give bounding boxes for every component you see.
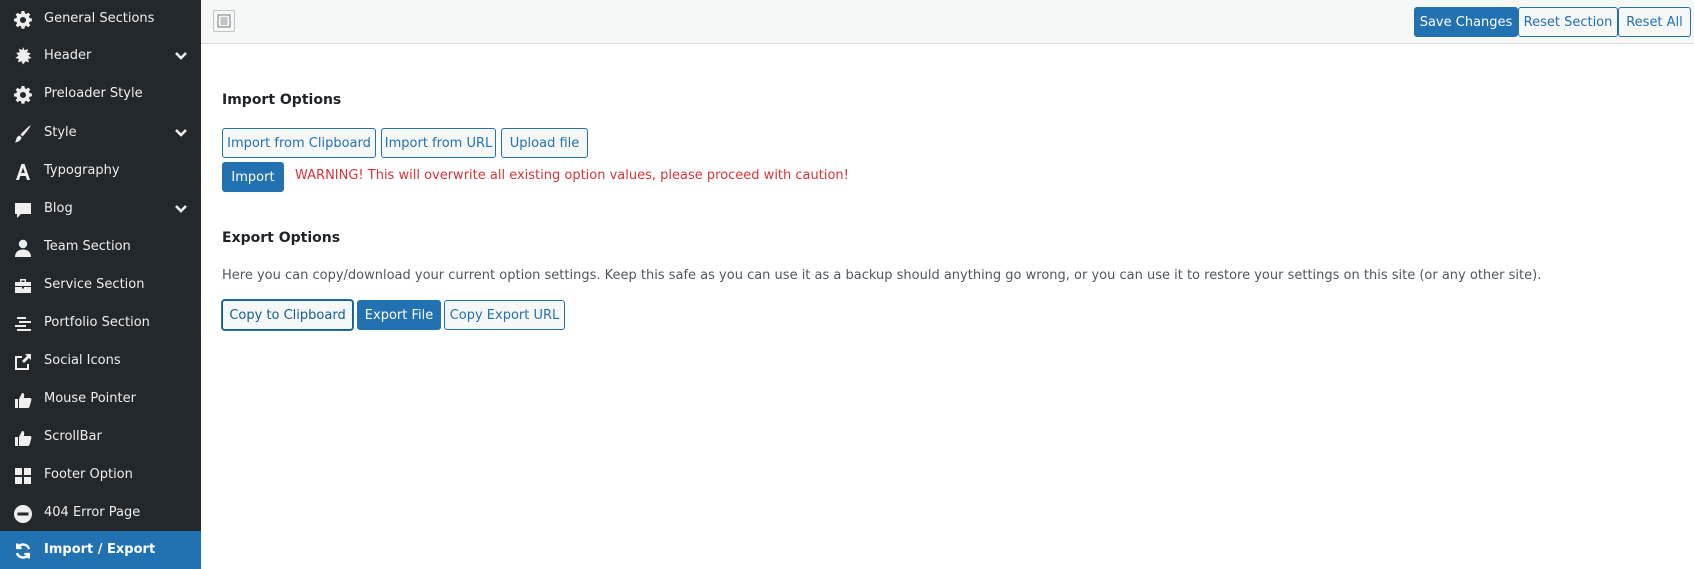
sidebar-item-service-section[interactable]: Service Section	[0, 266, 201, 304]
briefcase-icon	[12, 275, 33, 296]
chevron-down-icon[interactable]	[174, 49, 188, 63]
sidebar-item-label: Style	[44, 125, 77, 140]
sidebar-item-import-export[interactable]: Import / Export	[0, 531, 201, 569]
sidebar-item-404-error-page[interactable]: 404 Error Page	[0, 494, 201, 532]
refresh-icon	[12, 540, 33, 561]
comment-icon	[12, 199, 33, 220]
import-options-title: Import Options	[222, 92, 342, 108]
expand-sidebar-icon[interactable]	[213, 10, 235, 32]
user-icon	[12, 237, 33, 258]
import-export-panel: Import Options Import from Clipboard Imp…	[201, 44, 1694, 569]
sidebar-item-team-section[interactable]: Team Section	[0, 228, 201, 266]
save-changes-button[interactable]: Save Changes	[1414, 7, 1518, 37]
typography-icon	[12, 161, 33, 182]
chevron-down-icon[interactable]	[174, 202, 188, 216]
gear-icon	[12, 84, 33, 105]
sidebar-item-portfolio-section[interactable]: Portfolio Section	[0, 304, 201, 342]
sidebar-item-label: Import / Export	[44, 542, 156, 557]
sidebar-item-mouse-pointer[interactable]: Mouse Pointer	[0, 380, 201, 418]
export-file-button[interactable]: Export File	[357, 300, 441, 330]
sidebar-item-label: 404 Error Page	[44, 505, 141, 520]
sidebar-item-label: ScrollBar	[44, 429, 102, 444]
sidebar-item-label: Header	[44, 48, 92, 63]
minus-circle-icon	[12, 503, 33, 524]
sidebar-item-header[interactable]: Header	[0, 37, 201, 75]
export-options-title: Export Options	[222, 230, 341, 246]
sidebar-item-label: Blog	[44, 201, 73, 216]
sidebar-item-style[interactable]: Style	[0, 114, 201, 152]
sidebar-item-scrollbar[interactable]: ScrollBar	[0, 418, 201, 456]
sidebar-item-label: Typography	[44, 163, 120, 178]
sidebar-item-label: Footer Option	[44, 467, 133, 482]
sidebar-item-blog[interactable]: Blog	[0, 190, 201, 228]
gear-burst-icon	[12, 46, 33, 67]
sidebar-item-footer-option[interactable]: Footer Option	[0, 456, 201, 494]
share-icon	[12, 351, 33, 372]
sidebar-item-typography[interactable]: Typography	[0, 152, 201, 190]
copy-to-clipboard-button[interactable]: Copy to Clipboard	[222, 300, 353, 330]
export-description: Here you can copy/download your current …	[222, 268, 1542, 283]
sidebar-item-label: General Sections	[44, 11, 155, 26]
sidebar-item-label: Team Section	[44, 239, 131, 254]
brush-icon	[12, 123, 33, 144]
thumbs-up-icon	[12, 427, 33, 448]
top-toolbar: Save Changes Reset Section Reset All	[201, 0, 1694, 44]
import-from-url-button[interactable]: Import from URL	[381, 128, 496, 158]
options-panel: General Sections Header Preloader Style …	[0, 0, 1694, 569]
sidebar-item-social-icons[interactable]: Social Icons	[0, 342, 201, 380]
sidebar-item-label: Service Section	[44, 277, 145, 292]
overwrite-warning: WARNING! This will overwrite all existin…	[295, 168, 849, 183]
sidebar-item-label: Social Icons	[44, 353, 121, 368]
sidebar-item-label: Portfolio Section	[44, 315, 150, 330]
import-from-clipboard-button[interactable]: Import from Clipboard	[222, 128, 376, 158]
reset-section-button[interactable]: Reset Section	[1518, 7, 1618, 37]
grid-icon	[12, 465, 33, 486]
sidebar-item-preloader-style[interactable]: Preloader Style	[0, 75, 201, 113]
sidebar-item-label: Mouse Pointer	[44, 391, 136, 406]
copy-export-url-button[interactable]: Copy Export URL	[444, 300, 565, 330]
sidebar-item-label: Preloader Style	[44, 86, 143, 101]
gear-icon	[12, 9, 33, 30]
align-list-icon	[12, 313, 33, 334]
reset-all-button[interactable]: Reset All	[1618, 7, 1691, 37]
import-button[interactable]: Import	[222, 162, 284, 192]
thumbs-up-icon	[12, 389, 33, 410]
upload-file-button[interactable]: Upload file	[501, 128, 588, 158]
sidebar-item-general-sections[interactable]: General Sections	[0, 0, 201, 38]
sidebar: General Sections Header Preloader Style …	[0, 0, 201, 569]
chevron-down-icon[interactable]	[174, 126, 188, 140]
